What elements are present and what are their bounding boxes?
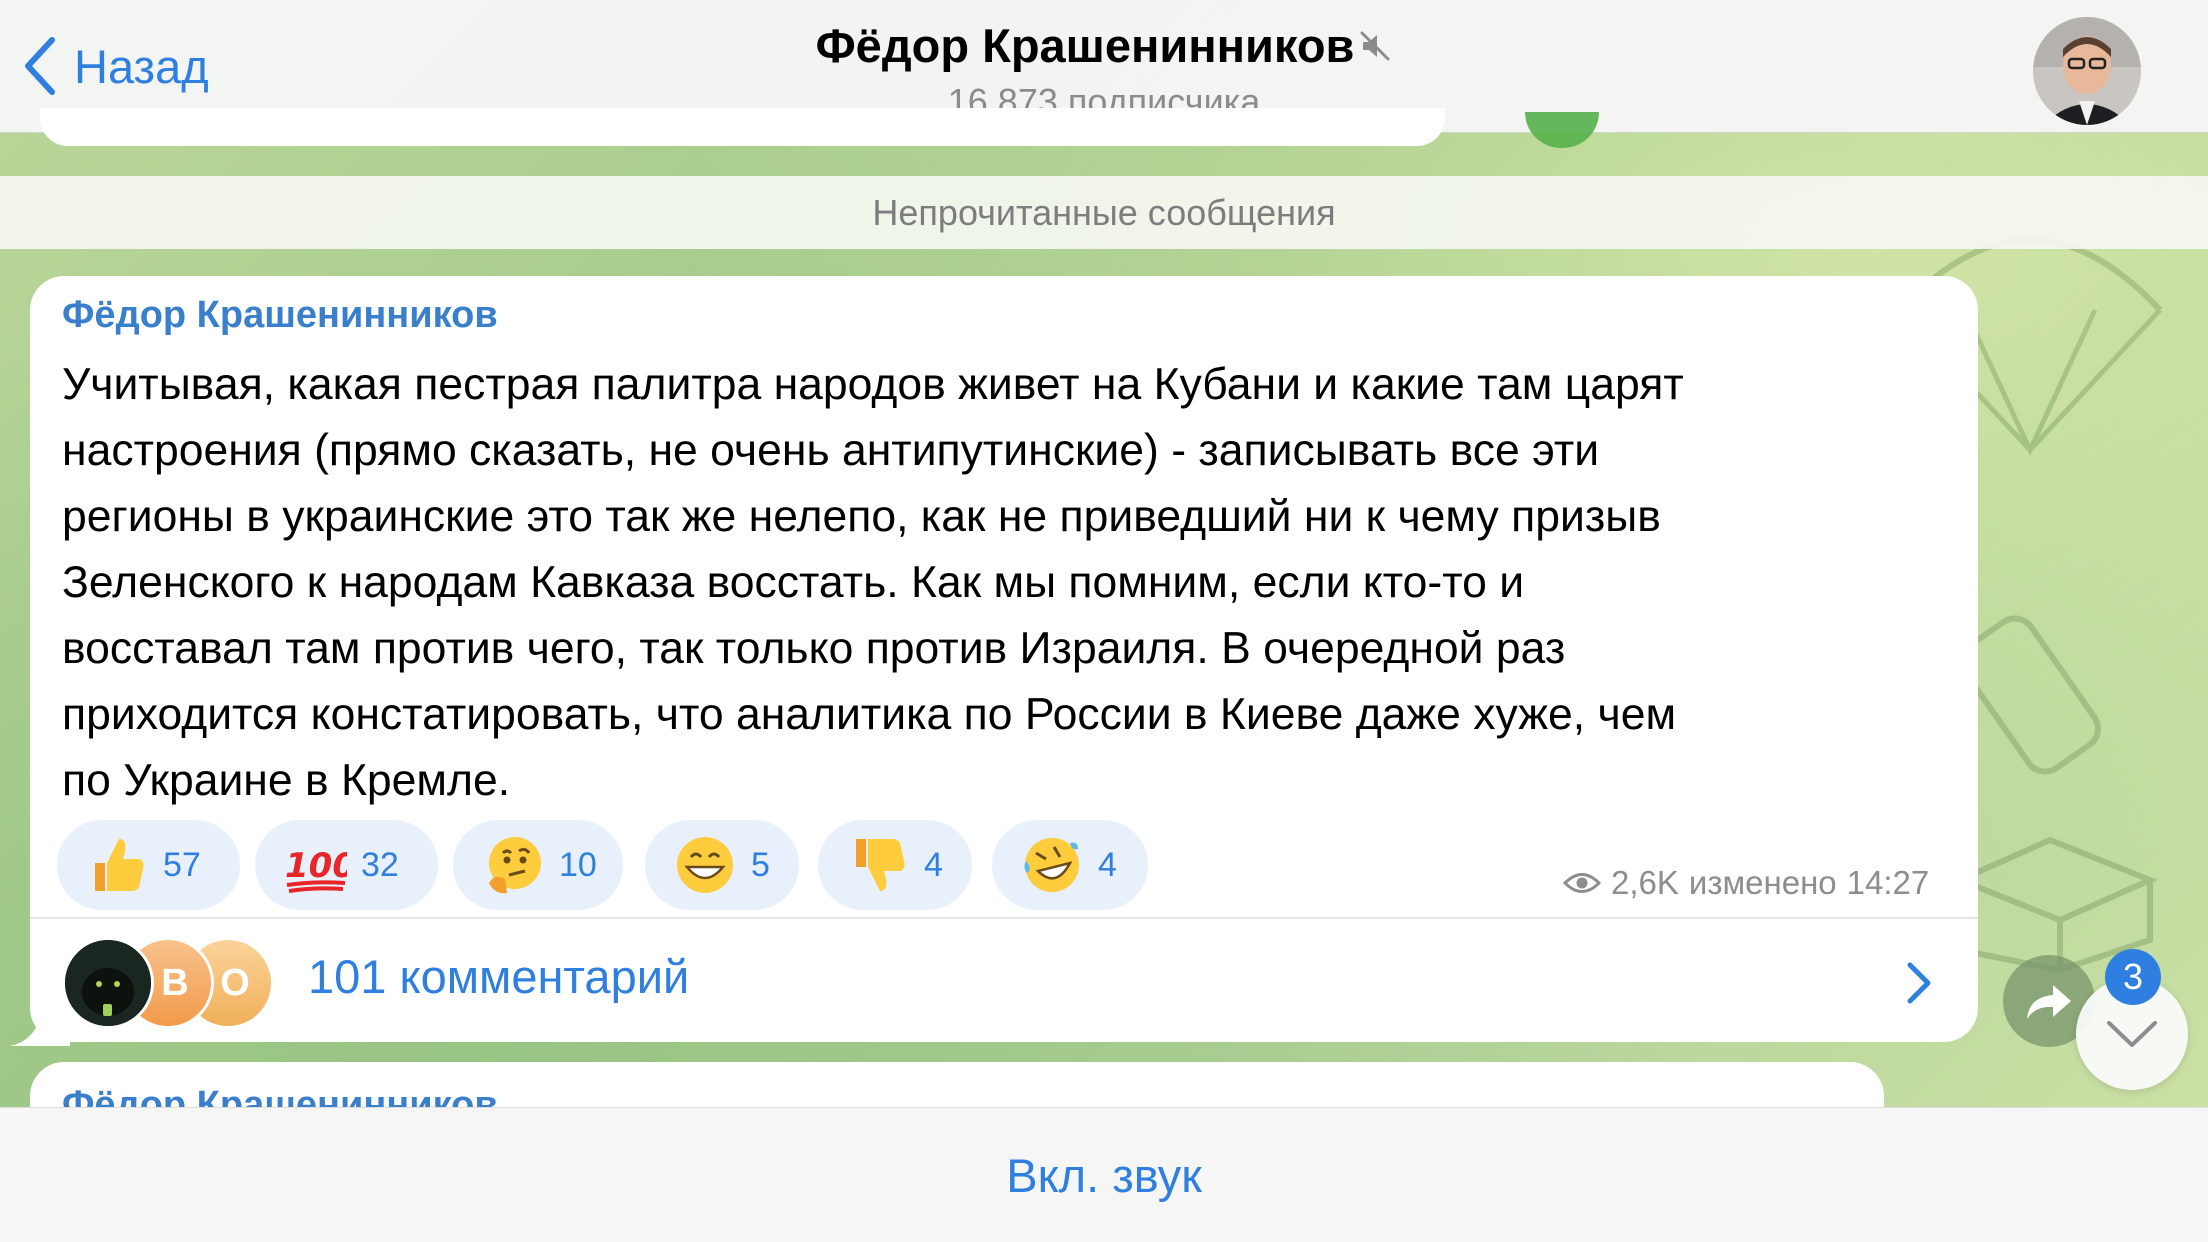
reaction-count: 57: [163, 845, 201, 884]
eye-icon: [1563, 873, 1601, 893]
channel-title-text: Фёдор Крашенинников: [815, 19, 1355, 72]
reaction-hundred[interactable]: 100 32: [255, 820, 438, 910]
hundred-points-icon: 100: [285, 846, 347, 893]
previous-message-bubble: [40, 108, 1445, 146]
edited-label: изменено: [1688, 864, 1837, 901]
post-meta: 2,6K изменено 14:27: [1563, 864, 1929, 902]
comments-button[interactable]: В О 101 комментарий: [30, 919, 1978, 1042]
flashlight-doodle-icon: [1959, 615, 2101, 775]
muted-speaker-icon: [1360, 31, 1390, 60]
thumbs-up-icon: [95, 839, 144, 891]
thinking-face-icon: [489, 837, 541, 894]
reaction-count: 32: [361, 845, 399, 884]
reaction-grinning[interactable]: 5: [645, 820, 799, 910]
thumbs-down-icon: [856, 839, 905, 891]
unread-count-badge: 3: [2105, 949, 2161, 1005]
bottom-bar: Вкл. звук: [0, 1107, 2208, 1242]
chevron-down-icon: [2107, 1021, 2157, 1047]
unread-messages-divider: Непрочитанные сообщения: [0, 176, 2208, 249]
share-arrow-icon: [2027, 985, 2071, 1019]
post-time: 14:27: [1846, 864, 1930, 901]
comments-count-label: 101 комментарий: [308, 950, 690, 1003]
reaction-rolling-laughing[interactable]: 4: [992, 820, 1148, 910]
reaction-thinking[interactable]: 10: [453, 820, 623, 910]
channel-avatar[interactable]: [2033, 17, 2141, 125]
unmute-button[interactable]: Вкл. звук: [0, 1148, 2208, 1203]
reaction-count: 5: [751, 845, 770, 884]
reaction-thumbs-up[interactable]: 57: [57, 820, 240, 910]
reaction-count: 4: [924, 845, 943, 884]
post-text: Учитывая, какая пестрая палитра народов …: [62, 360, 1684, 805]
channel-title: Фёдор Крашенинников: [816, 18, 1393, 73]
channel-post-bubble[interactable]: Фёдор Крашенинников Учитывая, какая пест…: [30, 276, 1978, 1042]
reaction-count: 4: [1098, 845, 1117, 884]
reaction-count: 10: [559, 845, 597, 884]
post-sender-name[interactable]: Фёдор Крашенинников: [62, 294, 498, 337]
cat-photo: [65, 940, 151, 1026]
grinning-face-icon: [677, 837, 733, 893]
chevron-right-icon: [1907, 962, 1931, 1004]
reaction-thumbs-down[interactable]: 4: [818, 820, 972, 910]
commenter-avatar: [62, 937, 154, 1029]
svg-text:100: 100: [285, 846, 347, 886]
avatar-photo: [2033, 17, 2141, 125]
rolling-laughing-icon: [1024, 838, 1079, 892]
view-count: 2,6K: [1611, 864, 1679, 901]
